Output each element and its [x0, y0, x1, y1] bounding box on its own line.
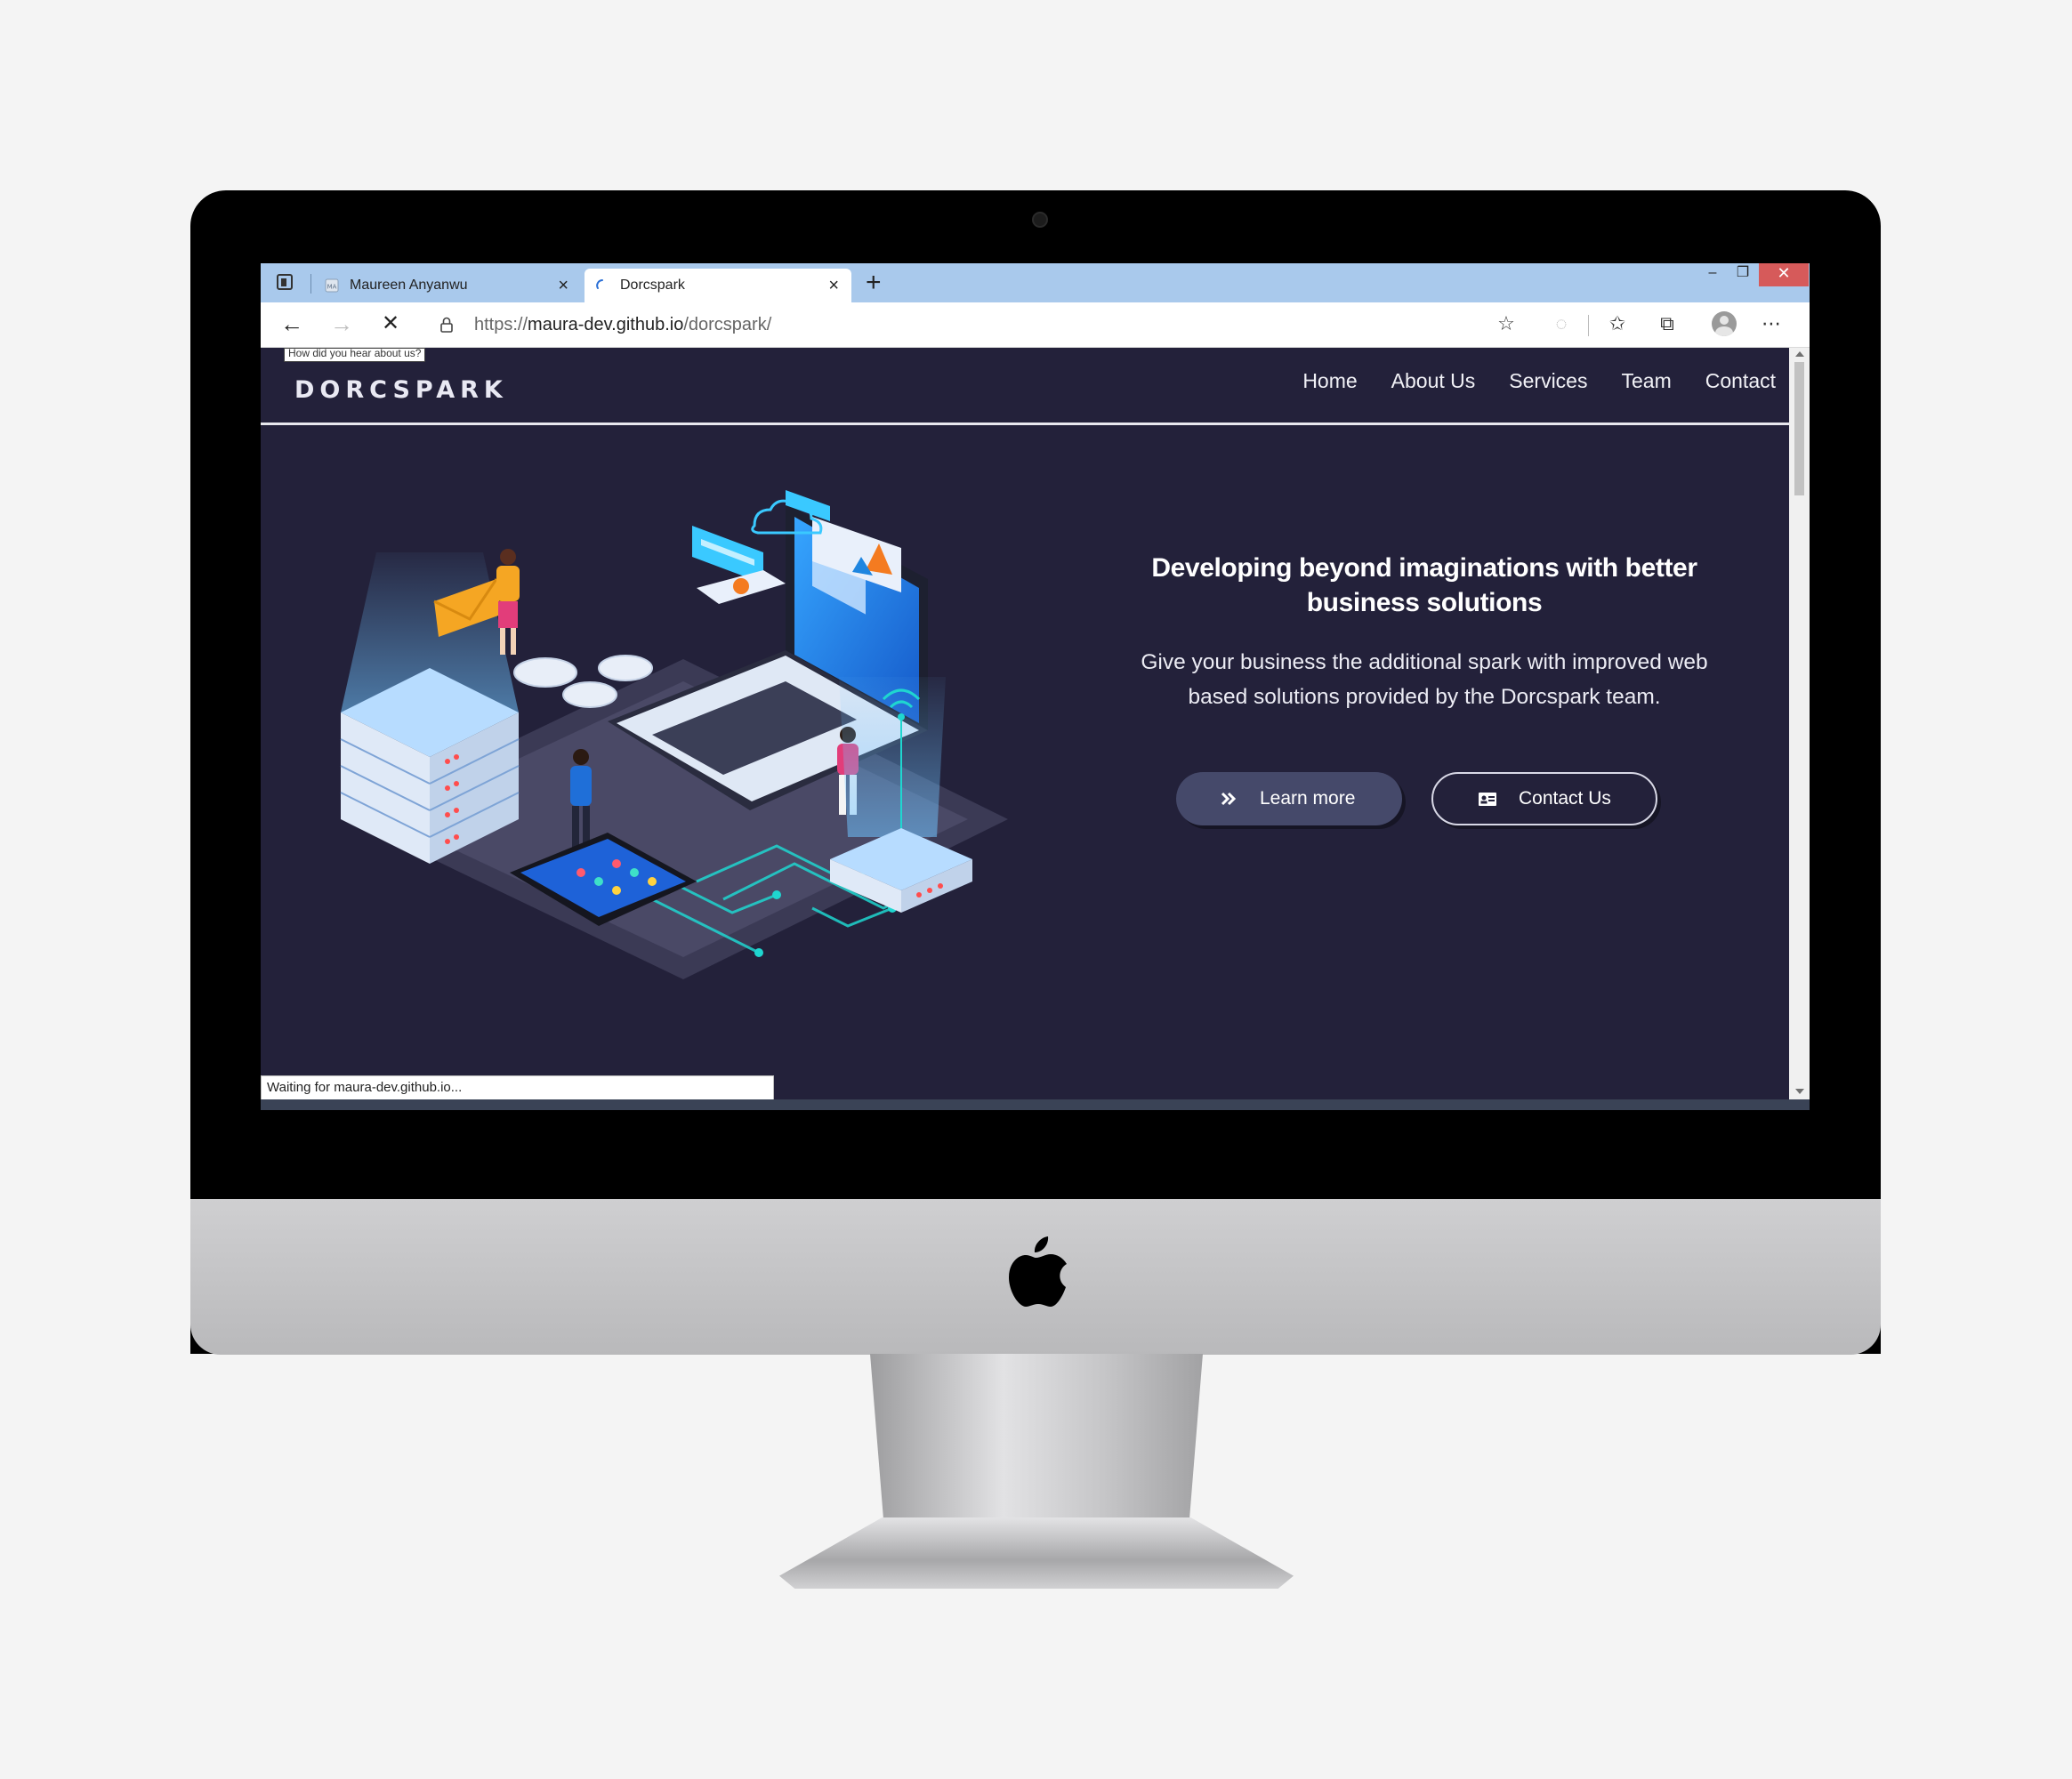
- site-navbar: DORCSPARK Home About Us Services Team Co…: [261, 348, 1789, 425]
- more-menu-icon[interactable]: ⋯: [1761, 313, 1782, 334]
- profile-favicon-icon: MA: [325, 278, 339, 293]
- tab-close-icon[interactable]: ×: [558, 269, 568, 302]
- imac-stand-base: [779, 1517, 1294, 1589]
- learn-more-label: Learn more: [1260, 788, 1356, 809]
- web-page: How did you hear about us? DORCSPARK Hom…: [261, 348, 1789, 1099]
- nav-links: Home About Us Services Team Contact: [1302, 369, 1776, 393]
- learn-more-button[interactable]: Learn more: [1176, 772, 1402, 825]
- scroll-up-icon[interactable]: [1795, 351, 1804, 357]
- tab-bar: MA Maureen Anyanwu × Dorcspark × + – ❐ ✕: [261, 263, 1810, 302]
- url-input[interactable]: https://maura-dev.github.io/dorcspark/: [474, 302, 771, 347]
- double-chevron-right-icon: [1221, 792, 1237, 806]
- nav-link-services[interactable]: Services: [1509, 369, 1587, 393]
- new-tab-icon[interactable]: +: [866, 267, 882, 299]
- tab-divider: [310, 274, 311, 294]
- tab-maureen-anyanwu[interactable]: MA Maureen Anyanwu ×: [314, 269, 581, 302]
- brand-logo[interactable]: DORCSPARK: [294, 376, 508, 404]
- nav-link-home[interactable]: Home: [1302, 369, 1357, 393]
- add-favorite-icon[interactable]: ☆: [1496, 313, 1517, 334]
- profile-avatar-icon[interactable]: [1712, 311, 1737, 336]
- window-close-icon[interactable]: ✕: [1759, 263, 1809, 286]
- camera-icon: [1032, 212, 1048, 228]
- favorites-icon[interactable]: ✩: [1607, 313, 1628, 334]
- contact-us-label: Contact Us: [1519, 788, 1611, 809]
- tab-close-icon[interactable]: ×: [828, 269, 839, 302]
- apple-logo-icon: [1009, 1236, 1067, 1307]
- nav-link-team[interactable]: Team: [1621, 369, 1671, 393]
- scroll-thumb[interactable]: [1794, 362, 1804, 495]
- toolbar-divider: [1588, 315, 1589, 336]
- taskbar-strip: [261, 1099, 1810, 1110]
- minimize-icon[interactable]: –: [1698, 263, 1727, 286]
- scroll-down-icon[interactable]: [1795, 1089, 1804, 1094]
- contact-card-icon: [1479, 793, 1496, 806]
- hero-heading: Developing beyond imaginations with bett…: [1151, 553, 1697, 617]
- browser-window: MA Maureen Anyanwu × Dorcspark × + – ❐ ✕…: [261, 263, 1810, 1110]
- tab-title: Maureen Anyanwu: [350, 278, 468, 293]
- close-icon[interactable]: ✕: [382, 311, 399, 336]
- hero-text: Developing beyond imaginations with bett…: [1131, 551, 1718, 714]
- hero-subheading: Give your business the additional spark …: [1141, 650, 1708, 709]
- arrow-left-icon[interactable]: ←: [280, 311, 303, 336]
- tab-dorcspark[interactable]: Dorcspark ×: [585, 269, 851, 302]
- loading-spinner-icon: [596, 279, 603, 289]
- restore-icon[interactable]: ❐: [1729, 263, 1757, 286]
- tab-title: Dorcspark: [620, 278, 685, 293]
- lock-icon[interactable]: [440, 317, 453, 333]
- nav-link-contact[interactable]: Contact: [1705, 369, 1776, 393]
- tab-actions-icon[interactable]: [277, 274, 293, 290]
- svg-text:MA: MA: [327, 284, 337, 291]
- arrow-right-icon[interactable]: →: [330, 311, 353, 336]
- collections-icon[interactable]: ⧉: [1657, 313, 1678, 334]
- status-bar: Waiting for maura-dev.github.io...: [261, 1075, 774, 1100]
- imac-stand-neck: [870, 1354, 1203, 1518]
- hero-illustration: [340, 490, 1008, 979]
- extension-icon[interactable]: ◌: [1551, 313, 1572, 334]
- contact-us-button[interactable]: Contact Us: [1431, 772, 1657, 825]
- page-scrollbar[interactable]: [1789, 348, 1810, 1099]
- address-bar: ← → ✕ https://maura-dev.github.io/dorcsp…: [261, 302, 1810, 348]
- nav-link-about-us[interactable]: About Us: [1391, 369, 1476, 393]
